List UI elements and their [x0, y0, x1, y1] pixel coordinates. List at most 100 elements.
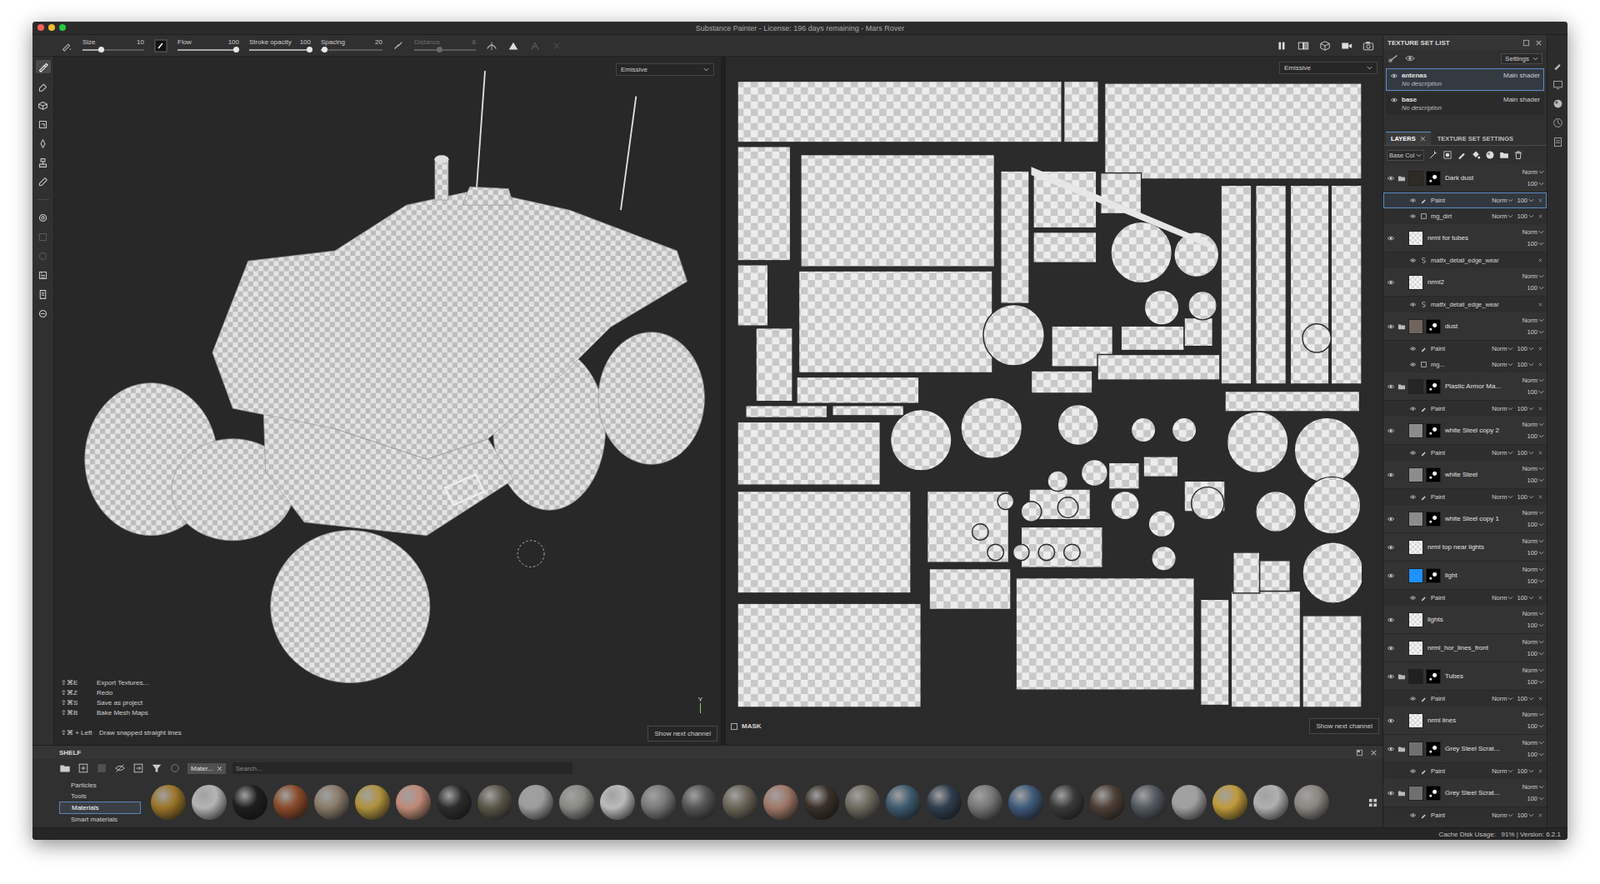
settings-dropdown[interactable]: Settings — [1500, 53, 1543, 65]
blend-mode-dropdown[interactable]: Norm — [1491, 811, 1514, 820]
material-ball[interactable] — [885, 785, 921, 820]
layer-thumbnail[interactable] — [1408, 467, 1424, 483]
channel-dropdown[interactable]: Emissive — [1279, 61, 1378, 75]
layer-thumbnail[interactable] — [1408, 669, 1424, 685]
remove-icon[interactable] — [1537, 405, 1544, 412]
add-effect-icon[interactable] — [1428, 150, 1439, 160]
tool-button[interactable] — [35, 117, 51, 131]
layer-thumbnail[interactable] — [1408, 275, 1424, 290]
layer-thumbnail[interactable] — [1408, 230, 1424, 246]
grid-view-icon[interactable] — [1368, 798, 1378, 808]
remove-icon[interactable] — [1537, 361, 1544, 368]
rover-model[interactable] — [54, 56, 721, 745]
property-slider[interactable]: Stroke opacity100 — [249, 38, 311, 53]
brush-alpha-icon[interactable] — [154, 39, 168, 53]
property-slider[interactable]: Distance8 — [414, 38, 476, 53]
mask-thumbnail[interactable] — [1425, 568, 1441, 584]
undock-icon[interactable] — [1522, 39, 1530, 47]
opacity-field[interactable]: 100 — [1516, 405, 1535, 413]
folder-icon[interactable] — [1397, 789, 1406, 798]
panel-tab[interactable]: LAYERS — [1385, 131, 1431, 145]
layer-row[interactable]: Dark dustNorm100 — [1383, 164, 1547, 193]
layer-thumbnail[interactable] — [1408, 379, 1424, 395]
mask-thumbnail[interactable] — [1425, 669, 1441, 685]
folder-icon[interactable] — [1397, 382, 1406, 391]
blend-mode-dropdown[interactable]: Norm — [1522, 228, 1545, 236]
eye-icon[interactable] — [1386, 234, 1395, 243]
eye-icon[interactable] — [1386, 174, 1395, 183]
opacity-field[interactable]: 100 — [1526, 650, 1545, 658]
folder-icon[interactable] — [59, 762, 71, 775]
opacity-field[interactable]: 100 — [1516, 360, 1535, 369]
layer-effect-row[interactable]: matfx_detail_edge_wear — [1383, 296, 1547, 313]
remove-filter-icon[interactable] — [216, 765, 223, 772]
layer-row[interactable]: nrml top near lightsNorm100 — [1383, 533, 1547, 562]
remove-icon[interactable] — [1537, 301, 1544, 308]
eye-icon[interactable] — [1386, 426, 1395, 435]
eye-icon[interactable] — [1409, 493, 1417, 501]
opacity-field[interactable]: 100 — [1526, 621, 1545, 630]
eye-icon[interactable] — [1409, 360, 1417, 369]
layer-row[interactable]: TubesNorm100 — [1383, 662, 1547, 691]
shader-settings-icon[interactable] — [1552, 98, 1564, 110]
add-mask-icon[interactable] — [1442, 150, 1453, 160]
symmetry-icon[interactable] — [485, 40, 498, 52]
show-next-channel-button[interactable]: Show next channel — [1309, 718, 1380, 735]
layer-thumbnail[interactable] — [1408, 640, 1424, 656]
mask-thumbnail[interactable] — [1425, 423, 1441, 439]
channel-dropdown[interactable]: Emissive — [615, 63, 715, 76]
blend-mode-dropdown[interactable]: Norm — [1491, 449, 1514, 457]
material-ball[interactable] — [518, 785, 554, 820]
material-ball[interactable] — [1130, 785, 1166, 820]
property-slider[interactable]: Spacing20 — [320, 38, 383, 53]
pause-icon[interactable] — [1275, 40, 1288, 52]
blend-mode-dropdown[interactable]: Norm — [1491, 405, 1514, 413]
delete-layer-icon[interactable] — [1513, 150, 1524, 160]
material-ball[interactable] — [681, 785, 717, 820]
layer-row[interactable]: white Steel copy 2Norm100 — [1383, 416, 1547, 445]
eye-icon[interactable] — [1386, 644, 1395, 653]
layer-thumbnail[interactable] — [1408, 319, 1424, 335]
filter-icon[interactable] — [150, 762, 163, 775]
layer-thumbnail[interactable] — [1408, 785, 1424, 801]
eye-icon[interactable] — [1409, 345, 1417, 353]
layer-row[interactable]: Grey Steel Scrat...Norm100 — [1383, 779, 1547, 808]
material-ball[interactable] — [845, 785, 880, 820]
texture-set-item[interactable]: antenasMain shaderNo description — [1385, 68, 1545, 91]
blend-mode-dropdown[interactable]: Norm — [1522, 666, 1545, 675]
opacity-field[interactable]: 100 — [1526, 328, 1545, 336]
blend-mode-dropdown[interactable]: Norm — [1522, 316, 1545, 325]
3d-viewport[interactable]: Emissive⇧⌘EExport Textures...⇧⌘ZRedo⇧⌘SS… — [54, 56, 721, 745]
remove-icon[interactable] — [1537, 213, 1544, 220]
layer-effect-row[interactable]: PaintNorm100 — [1383, 690, 1547, 707]
material-ball[interactable] — [355, 785, 390, 820]
save-icon[interactable] — [95, 762, 108, 775]
blend-mode-dropdown[interactable]: Norm — [1491, 345, 1514, 353]
opacity-field[interactable]: 100 — [1516, 449, 1535, 457]
opacity-field[interactable]: 100 — [1526, 388, 1545, 396]
blend-mode-dropdown[interactable]: Norm — [1522, 420, 1545, 429]
blend-mode-dropdown[interactable]: Norm — [1491, 594, 1514, 602]
layer-row[interactable]: lightNorm100 — [1383, 561, 1547, 590]
blend-mode-dropdown[interactable]: Norm — [1491, 767, 1514, 775]
eye-icon[interactable] — [1409, 300, 1417, 309]
opacity-field[interactable]: 100 — [1516, 695, 1535, 703]
close-button[interactable] — [37, 24, 45, 31]
zoom-button[interactable] — [59, 24, 66, 31]
show-next-channel-button[interactable]: Show next channel — [647, 725, 718, 742]
panel-tab[interactable]: TEXTURE SET SETTINGS — [1432, 132, 1519, 145]
slider-track[interactable] — [177, 49, 240, 51]
eye-icon[interactable] — [1409, 196, 1417, 205]
tool-button[interactable] — [35, 268, 51, 282]
blend-mode-dropdown[interactable]: Norm — [1522, 710, 1545, 719]
layer-effect-row[interactable]: mg...Norm100 — [1383, 356, 1547, 373]
video-icon[interactable] — [1340, 40, 1353, 52]
layer-thumbnail[interactable] — [1408, 612, 1424, 628]
material-ball[interactable] — [436, 785, 472, 820]
slider-knob[interactable] — [436, 46, 443, 53]
material-ball[interactable] — [232, 785, 268, 820]
tool-button[interactable] — [35, 287, 51, 301]
opacity-field[interactable]: 100 — [1526, 284, 1545, 292]
slider-knob[interactable] — [98, 46, 105, 53]
new-folder-icon[interactable] — [77, 762, 90, 775]
